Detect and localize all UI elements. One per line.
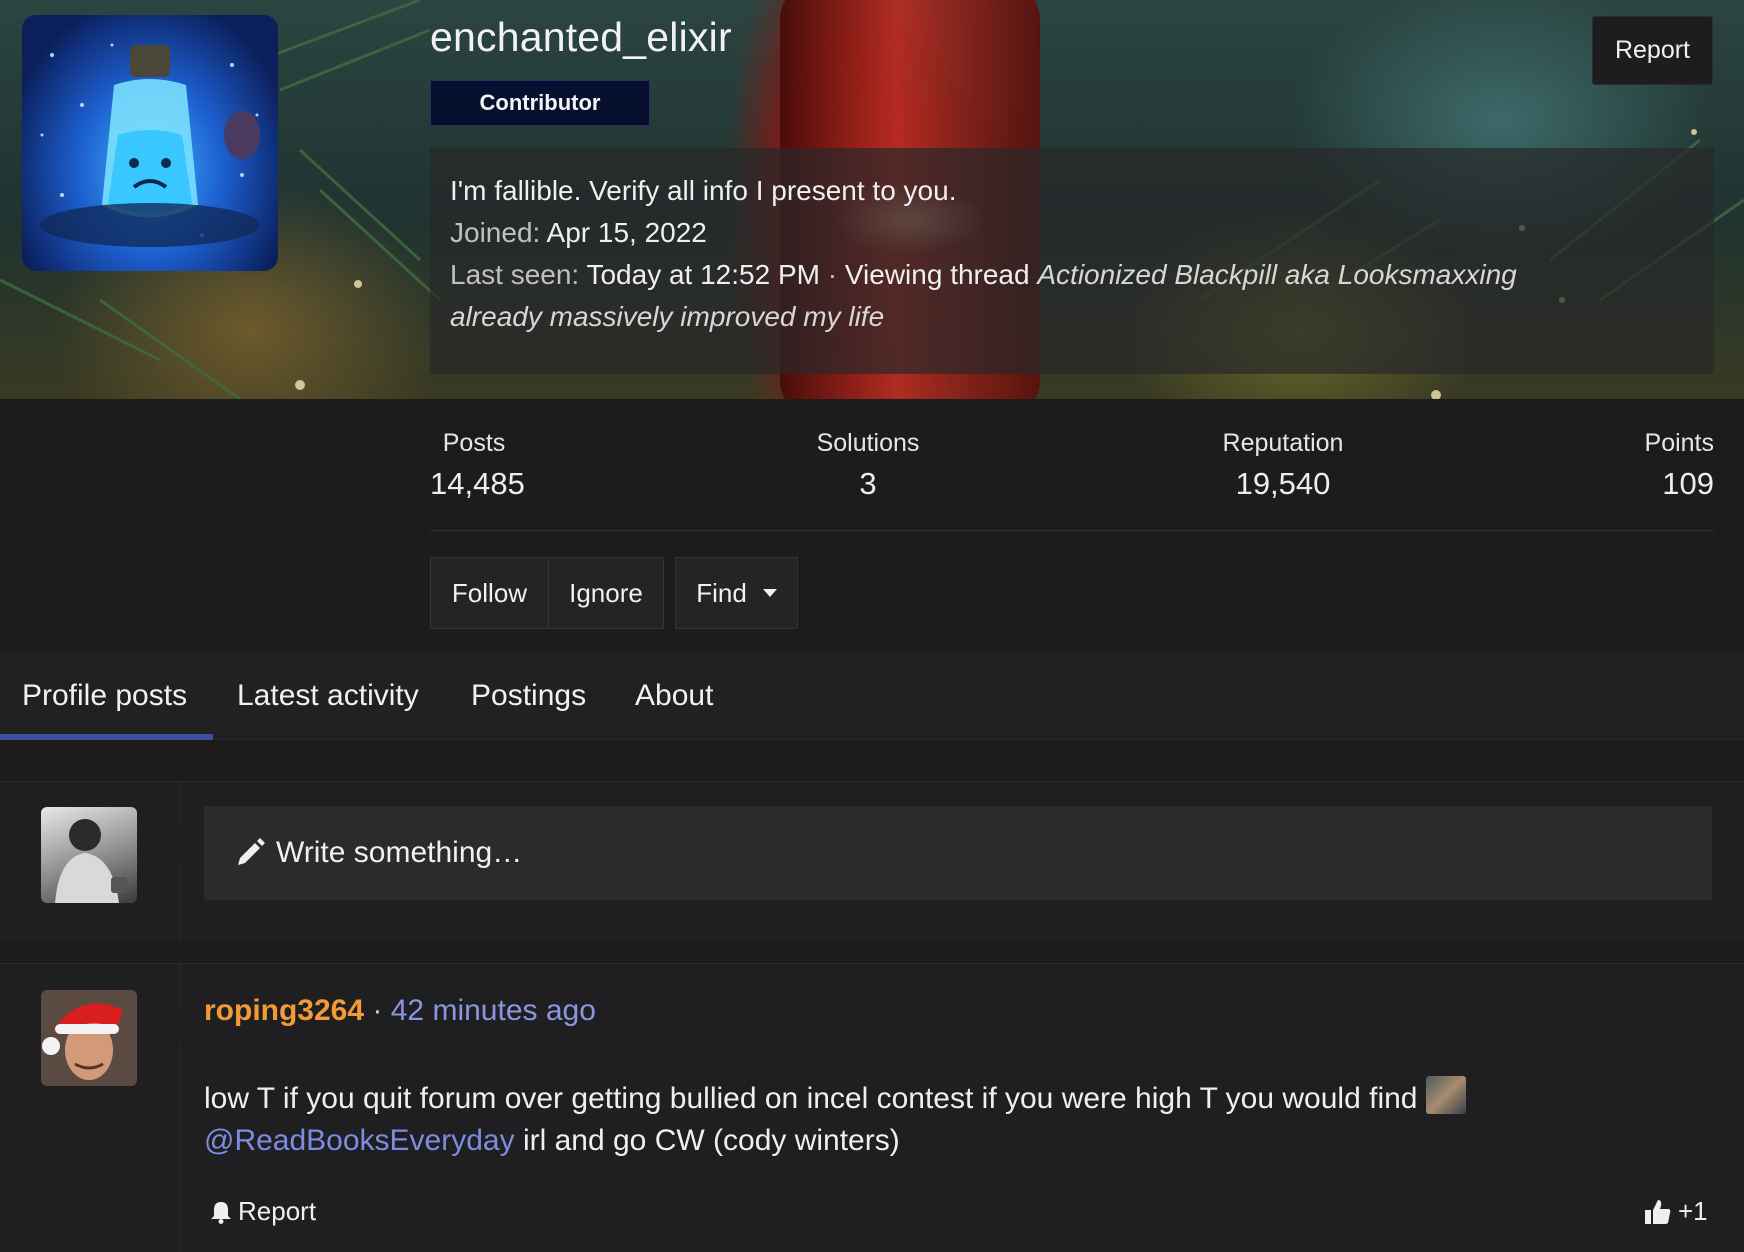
santa-hat-avatar bbox=[42, 1003, 123, 1080]
last-seen-time: Today at 12:52 PM bbox=[586, 259, 820, 290]
activity-thread-link[interactable]: Actionized Blackpill aka Looksmaxxing bbox=[1037, 259, 1516, 290]
joined-label: Joined: bbox=[450, 217, 541, 248]
user-photo bbox=[55, 819, 127, 903]
post-author-avatar[interactable] bbox=[41, 990, 137, 1086]
write-something-input[interactable]: Write something… bbox=[204, 806, 1712, 900]
profile-info-box: I'm fallible. Verify all info I present … bbox=[430, 148, 1714, 374]
pencil-icon bbox=[238, 838, 265, 865]
post-body: low T if you quit forum over getting bul… bbox=[204, 1076, 1704, 1162]
mention-avatar-image bbox=[1425, 1076, 1466, 1114]
profile-avatar[interactable] bbox=[22, 15, 278, 271]
tab-latest-activity[interactable]: Latest activity bbox=[237, 652, 419, 740]
post-meta: roping3264 · 42 minutes ago bbox=[204, 994, 596, 1028]
stat-solutions[interactable]: Solutions 3 bbox=[806, 429, 930, 502]
stat-posts-label: Posts bbox=[442, 429, 506, 457]
active-tab-indicator bbox=[0, 734, 213, 740]
current-user-avatar[interactable] bbox=[41, 807, 137, 903]
chevron-down-icon bbox=[762, 589, 777, 597]
stat-posts-value: 14,485 bbox=[430, 466, 525, 501]
post-like-button[interactable]: +1 bbox=[1644, 1196, 1708, 1227]
activity-text: Viewing thread bbox=[844, 259, 1030, 290]
find-label: Find bbox=[696, 577, 747, 608]
post-like-count: +1 bbox=[1678, 1196, 1708, 1226]
post-meta-separator: · bbox=[372, 994, 383, 1027]
tab-profile-posts[interactable]: Profile posts bbox=[22, 652, 187, 740]
potion-bottle-icon bbox=[40, 43, 260, 247]
stat-points-value: 109 bbox=[1662, 466, 1714, 501]
find-dropdown[interactable]: Find bbox=[675, 557, 798, 629]
profile-tabs: Profile posts Latest activity Postings A… bbox=[0, 652, 1744, 740]
bell-icon bbox=[211, 1201, 231, 1224]
stat-solutions-value: 3 bbox=[859, 466, 877, 501]
joined-date: Apr 15, 2022 bbox=[546, 217, 707, 248]
last-seen-label: Last seen: bbox=[450, 259, 580, 290]
tab-postings[interactable]: Postings bbox=[471, 652, 586, 740]
stat-reputation-label: Reputation bbox=[1222, 429, 1344, 457]
stat-solutions-label: Solutions bbox=[816, 429, 920, 457]
post-report-link[interactable]: Report bbox=[210, 1196, 316, 1227]
write-something-placeholder: Write something… bbox=[276, 836, 523, 869]
post-text-part1: low T if you quit forum over getting bul… bbox=[204, 1082, 1418, 1115]
report-profile-button[interactable]: Report bbox=[1592, 16, 1713, 85]
stat-points-label: Points bbox=[1644, 429, 1714, 457]
username: enchanted_elixir bbox=[430, 14, 732, 60]
post-text-part2: irl and go CW (cody winters) bbox=[522, 1124, 900, 1157]
tab-about[interactable]: About bbox=[635, 652, 713, 740]
follow-button[interactable]: Follow bbox=[430, 557, 549, 629]
post-report-label: Report bbox=[238, 1196, 317, 1226]
post-author-link[interactable]: roping3264 bbox=[204, 994, 364, 1027]
ignore-button[interactable]: Ignore bbox=[549, 557, 664, 629]
activity-thread-link-cont[interactable]: already massively improved my life bbox=[450, 296, 1694, 338]
profile-post-composer: Write something… bbox=[0, 781, 1744, 941]
profile-stats: Posts 14,485 Solutions 3 Reputation 19,5… bbox=[430, 399, 1714, 531]
stat-posts[interactable]: Posts 14,485 bbox=[430, 429, 525, 502]
role-badge: Contributor bbox=[430, 80, 650, 126]
last-seen-row: Last seen: Today at 12:52 PM · Viewing t… bbox=[450, 254, 1694, 338]
activity-separator: · bbox=[827, 259, 838, 290]
profile-post: roping3264 · 42 minutes ago low T if you… bbox=[0, 963, 1744, 1252]
joined-row: Joined: Apr 15, 2022 bbox=[450, 212, 1694, 254]
composer-notch bbox=[162, 826, 180, 862]
stat-reputation[interactable]: Reputation 19,540 bbox=[1213, 429, 1353, 502]
thumbs-up-icon bbox=[1645, 1199, 1671, 1224]
profile-bio: I'm fallible. Verify all info I present … bbox=[450, 175, 957, 206]
profile-actions: Follow Ignore Find bbox=[430, 557, 798, 629]
post-mention-link[interactable]: @ReadBooksEveryday bbox=[204, 1124, 515, 1157]
post-timestamp[interactable]: 42 minutes ago bbox=[391, 994, 596, 1027]
stat-reputation-value: 19,540 bbox=[1235, 466, 1331, 501]
stat-points[interactable]: Points 109 bbox=[1638, 429, 1714, 502]
post-notch bbox=[162, 1008, 180, 1044]
profile-banner: enchanted_elixir Contributor Report I'm … bbox=[0, 0, 1744, 399]
